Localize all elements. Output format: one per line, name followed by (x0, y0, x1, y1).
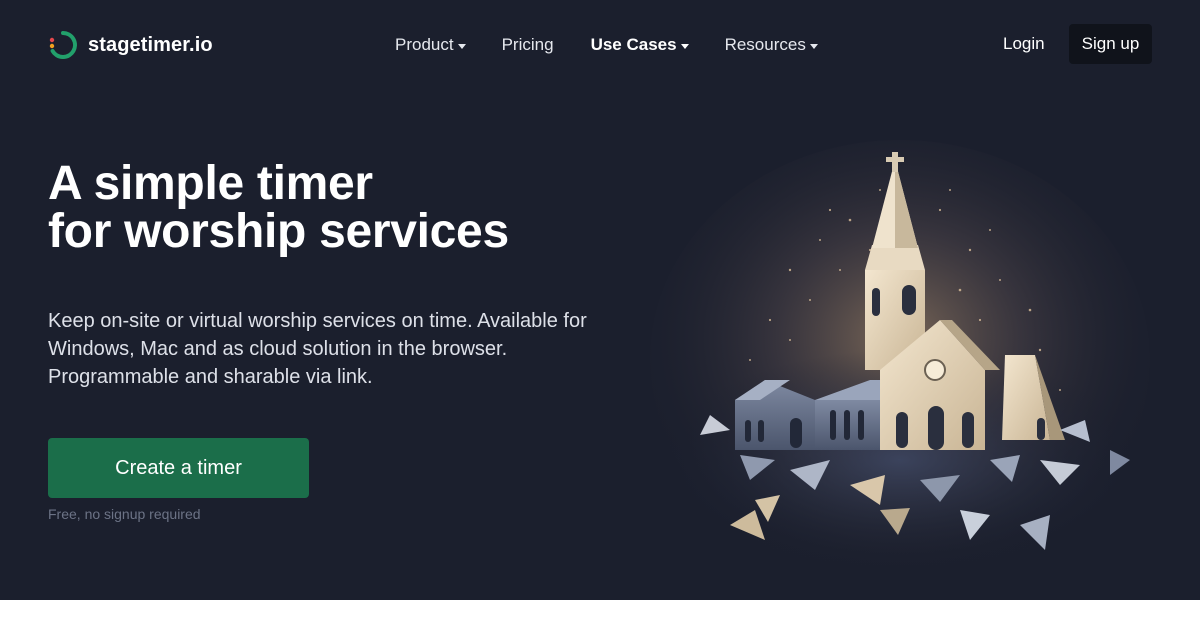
brand-name: stagetimer.io (88, 33, 213, 56)
chevron-down-icon (809, 43, 818, 49)
stopwatch-logo-icon (49, 31, 77, 59)
nav-item-use-cases[interactable]: Use Cases (591, 34, 689, 56)
nav-item-pricing[interactable]: Pricing (502, 34, 554, 56)
create-timer-button[interactable]: Create a timer (48, 438, 309, 498)
chevron-down-icon (457, 43, 466, 49)
logo[interactable]: stagetimer.io (48, 30, 213, 60)
nav-item-label: Pricing (501, 35, 554, 54)
church-illustration (650, 140, 1150, 580)
hero-description: Keep on-site or virtual worship services… (48, 310, 587, 388)
nav-item-label: Resources (724, 35, 806, 54)
signup-button[interactable]: Sign up (1069, 24, 1152, 64)
login-link[interactable]: Login (1003, 34, 1045, 54)
below-hero-area (0, 600, 1200, 627)
nav-item-label: Use Cases (590, 35, 677, 54)
cta-note: Free, no signup required (48, 506, 201, 522)
nav-item-resources[interactable]: Resources (725, 34, 818, 56)
nav-item-label: Product (395, 35, 454, 54)
nav-item-product[interactable]: Product (395, 34, 466, 56)
headline-line-2: for worship services (48, 205, 509, 258)
main-menu: Product Pricing Use Cases Resources (395, 34, 818, 56)
chevron-down-icon (680, 43, 689, 49)
headline-line-1: A simple timer (48, 157, 373, 210)
page-title: A simple timer for worship services (48, 160, 509, 256)
top-navigation: stagetimer.io Product Pricing Use Cases … (0, 0, 1200, 90)
hero-section: stagetimer.io Product Pricing Use Cases … (0, 0, 1200, 600)
